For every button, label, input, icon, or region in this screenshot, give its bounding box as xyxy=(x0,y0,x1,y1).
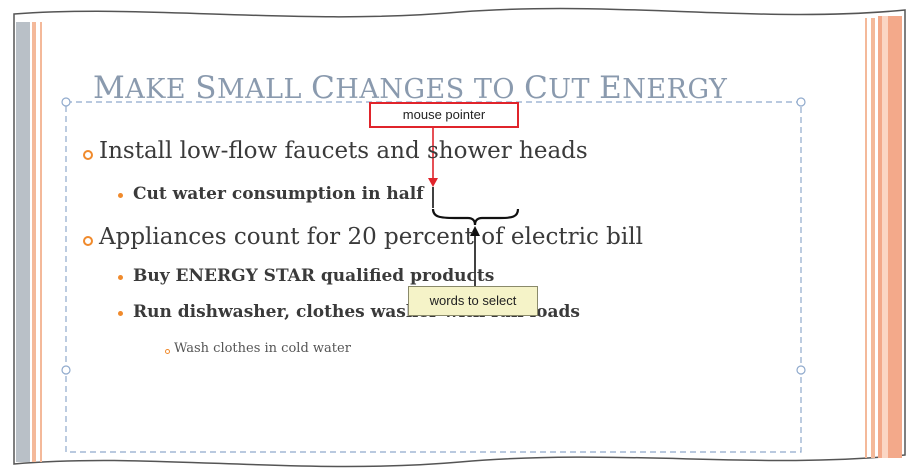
bullet-dot-icon xyxy=(118,311,123,316)
words-to-select-callout: words to select xyxy=(408,286,538,316)
title-word-4: CUT xyxy=(524,70,600,106)
bullet-2-text[interactable]: Appliances count for 20 percent of elect… xyxy=(99,224,643,250)
left-bar-stripe xyxy=(32,22,36,462)
title-word-1: MAKE xyxy=(93,70,196,106)
bullet-dot-icon xyxy=(118,193,123,198)
right-bar-grey xyxy=(878,16,902,458)
title-word-5: ENERGY xyxy=(599,70,728,106)
handle-tl xyxy=(61,97,71,107)
bullet-1-sub-text[interactable]: Cut water consumption in half xyxy=(133,184,424,204)
left-bar-grey xyxy=(16,22,30,462)
bullet-ring-icon xyxy=(83,150,93,160)
bullet-2-sub-1-text[interactable]: Buy ENERGY STAR qualified products xyxy=(133,266,494,286)
title-word-2: SMALL xyxy=(195,70,312,106)
bullet-small-ring-icon xyxy=(165,349,170,354)
mouse-pointer-callout: mouse pointer xyxy=(369,102,519,128)
right-bar-stripe xyxy=(865,18,867,458)
left-bar-stripe-2 xyxy=(40,22,42,462)
bullet-2-sub-2-sub-text[interactable]: Wash clothes in cold water xyxy=(174,341,351,356)
bullet-dot-icon xyxy=(118,275,123,280)
slide-title: MAKE SMALL CHANGES TO CUT ENERGY xyxy=(93,70,727,106)
handle-tr xyxy=(796,97,806,107)
handle-mr xyxy=(796,365,806,375)
handle-ml xyxy=(61,365,71,375)
right-bar-stripe-2 xyxy=(871,18,875,458)
title-word-3: CHANGES TO xyxy=(311,70,525,106)
bullet-ring-icon xyxy=(83,236,93,246)
bullet-1-text[interactable]: Install low-flow faucets and shower head… xyxy=(99,138,588,164)
